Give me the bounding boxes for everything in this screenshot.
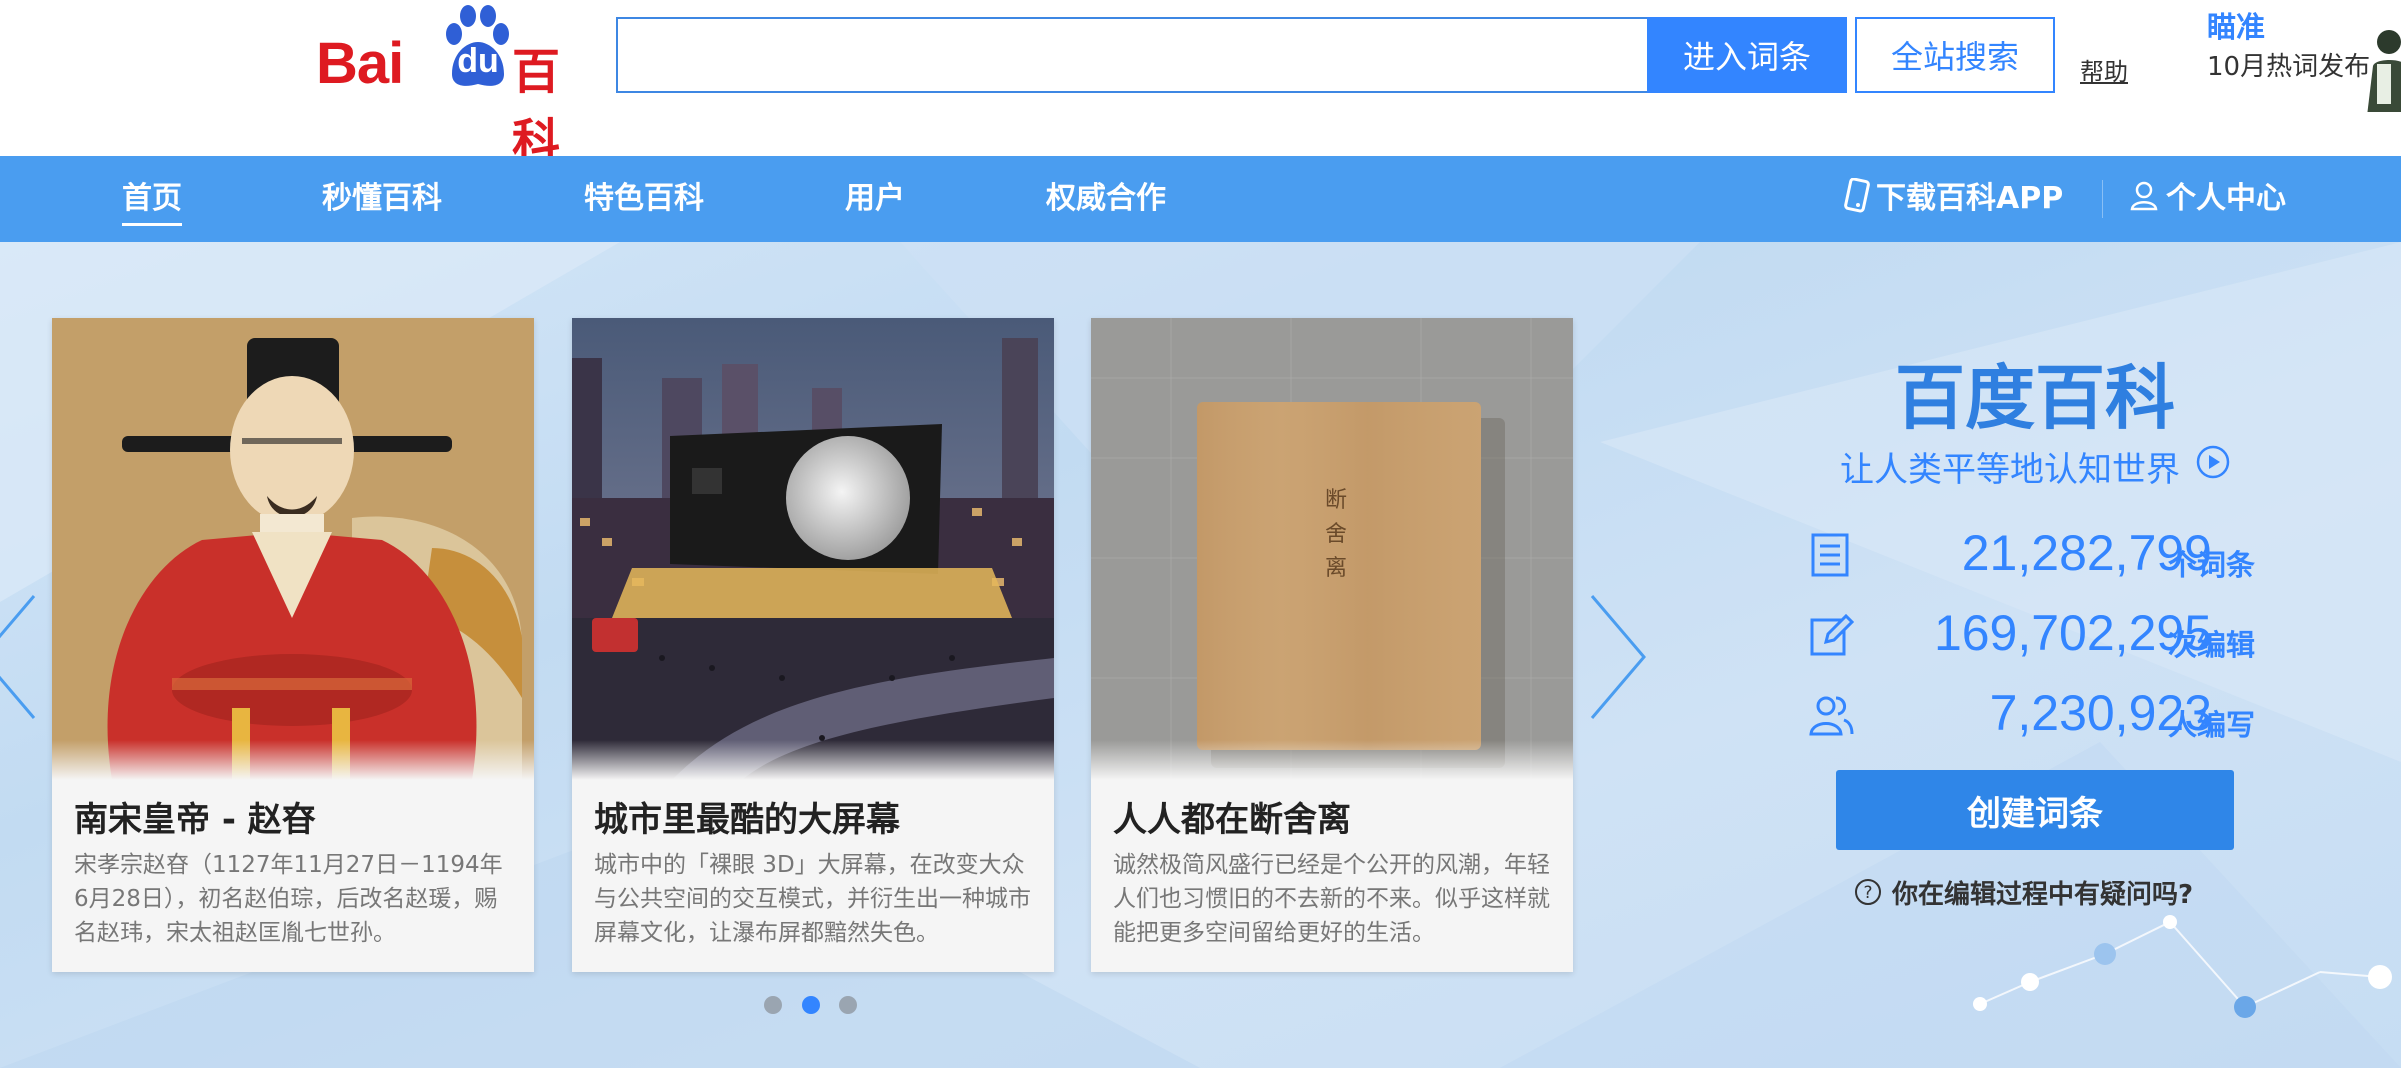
nav-item-featured[interactable]: 特色百科 bbox=[584, 156, 704, 242]
hero-banner: 南宋皇帝 - 赵昚 宋孝宗赵昚（1127年11月27日－1194年6月28日），… bbox=[0, 242, 2401, 1068]
edit-icon bbox=[1810, 613, 1854, 656]
users-icon bbox=[1809, 696, 1854, 736]
carousel-card-2[interactable]: 城市里最酷的大屏幕 城市中的「裸眼 3D」大屏幕，在改变大众与公共空间的交互模式… bbox=[572, 318, 1054, 972]
carousel-pagination bbox=[764, 996, 864, 1020]
faq-label: 你在编辑过程中有疑问吗? bbox=[1892, 880, 2194, 910]
stat-row-entries: 21,282,799 个词条 bbox=[1780, 524, 2380, 584]
city-night-screen-image bbox=[572, 318, 1054, 780]
card-description: 诚然极简风盛行已经是个公开的风潮，年轻人们也习惯旧的不去新的不来。似乎这样就能把… bbox=[1113, 852, 1550, 946]
nav-divider bbox=[2102, 180, 2103, 218]
user-icon bbox=[2130, 181, 2158, 211]
logo-bai-text: Bai bbox=[316, 31, 404, 96]
site-search-button[interactable]: 全站搜索 bbox=[1855, 17, 2055, 93]
enter-entry-button[interactable]: 进入词条 bbox=[1647, 17, 1847, 93]
entries-unit: 个词条 bbox=[2168, 548, 2256, 582]
nav-item-home[interactable]: 首页 bbox=[122, 156, 182, 242]
card-description: 宋孝宗赵昚（1127年11月27日－1194年6月28日），初名赵伯琮，后改名赵… bbox=[74, 852, 503, 946]
nav-item-miaodong[interactable]: 秒懂百科 bbox=[322, 156, 442, 242]
create-entry-button[interactable]: 创建词条 bbox=[1836, 770, 2234, 850]
svg-text:?: ? bbox=[1863, 883, 1872, 903]
main-nav: 首页 秒懂百科 特色百科 用户 权威合作 下载百科APP 个人中心 bbox=[0, 156, 2401, 242]
search-input[interactable] bbox=[616, 17, 1648, 93]
phone-icon bbox=[1844, 177, 1870, 213]
promo-title: 瞄准 bbox=[2207, 10, 2266, 44]
promo-subtitle: 10月热词发布 bbox=[2207, 52, 2371, 82]
hot-words-promo[interactable]: 瞄准 10月热词发布 bbox=[2205, 2, 2401, 112]
stats-title: 百度百科 bbox=[1895, 357, 2175, 439]
box-char: 离 bbox=[1324, 556, 1347, 581]
baidu-baike-logo[interactable]: Bai du 百科 bbox=[316, 0, 586, 170]
user-center-link[interactable]: 个人中心 bbox=[2130, 156, 2286, 242]
carousel-card-3[interactable]: 断 舍 离 人人都在断舍离 诚然极简风盛行已经是个公开的风潮，年轻人们也习惯旧的… bbox=[1091, 318, 1573, 972]
box-engraving: 断 舍 离 bbox=[1321, 484, 1351, 586]
download-app-label: 下载百科APP bbox=[1876, 181, 2064, 216]
document-list-icon bbox=[1811, 533, 1849, 577]
carousel-prev-arrow[interactable] bbox=[0, 592, 38, 722]
edits-unit: 次编辑 bbox=[2168, 628, 2256, 662]
play-circle-icon[interactable] bbox=[2196, 445, 2230, 479]
promo-figure-icon bbox=[2367, 30, 2401, 112]
top-header: Bai du 百科 进入词条 全站搜索 帮助 瞄准 10月热词发布 bbox=[0, 0, 2401, 170]
nav-item-partners[interactable]: 权威合作 bbox=[1046, 156, 1166, 242]
help-link[interactable]: 帮助 bbox=[2080, 52, 2128, 87]
box-char: 断 bbox=[1324, 488, 1347, 513]
carousel-dot-3[interactable] bbox=[839, 996, 857, 1014]
carousel-dot-2[interactable] bbox=[802, 996, 820, 1014]
carousel-card-1[interactable]: 南宋皇帝 - 赵昚 宋孝宗赵昚（1127年11月27日－1194年6月28日），… bbox=[52, 318, 534, 972]
card-title: 人人都在断舍离 bbox=[1113, 800, 1351, 840]
user-center-label: 个人中心 bbox=[2166, 181, 2286, 216]
question-circle-icon: ? bbox=[1855, 879, 1881, 905]
editors-unit: 人编写 bbox=[2168, 708, 2256, 742]
card-title: 城市里最酷的大屏幕 bbox=[594, 800, 900, 840]
carousel-next-arrow[interactable] bbox=[1588, 592, 1648, 722]
carousel-dot-1[interactable] bbox=[764, 996, 782, 1014]
stats-slogan[interactable]: 让人类平等地认知世界 bbox=[1840, 442, 2180, 491]
stat-row-edits: 169,702,295 次编辑 bbox=[1780, 604, 2380, 664]
stat-row-editors: 7,230,923 人编写 bbox=[1780, 684, 2380, 744]
nav-item-users[interactable]: 用户 bbox=[845, 156, 905, 242]
card-description: 城市中的「裸眼 3D」大屏幕，在改变大众与公共空间的交互模式，并衍生出一种城市屏… bbox=[594, 852, 1031, 946]
logo-baike-text: 百科 bbox=[512, 44, 560, 170]
download-app-link[interactable]: 下载百科APP bbox=[1842, 156, 2063, 242]
box-char: 舍 bbox=[1324, 522, 1347, 547]
stats-panel: 百度百科 让人类平等地认知世界 21,282,799 个词条 169,702,2… bbox=[1780, 242, 2400, 1068]
wooden-box-image: 断 舍 离 bbox=[1091, 318, 1573, 780]
portrait-painting-image bbox=[52, 318, 534, 780]
card-title: 南宋皇帝 - 赵昚 bbox=[74, 800, 316, 840]
logo-du-text: du bbox=[457, 42, 499, 80]
